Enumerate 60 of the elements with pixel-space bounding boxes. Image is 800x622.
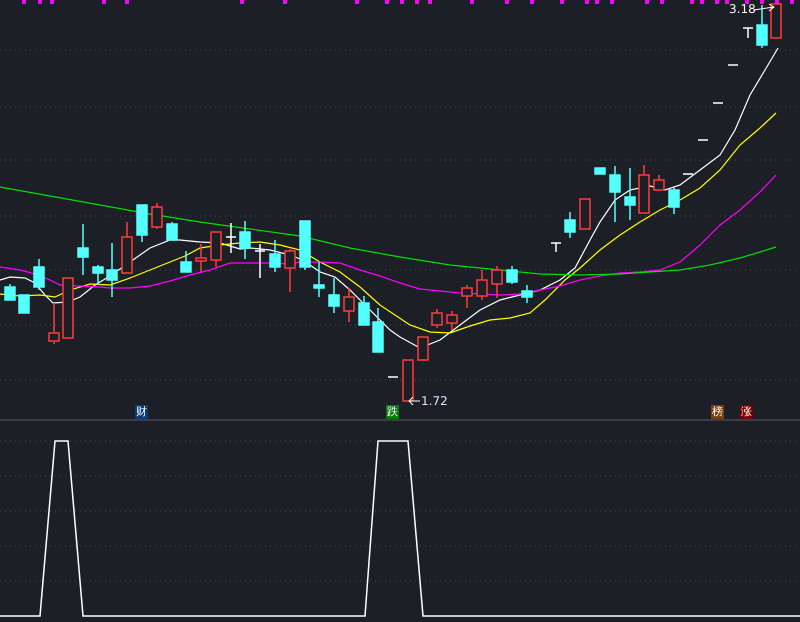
candlestick [343,288,355,322]
candlestick [372,308,384,353]
candlestick [358,296,370,326]
candlestick [638,165,650,214]
candlestick [713,102,723,104]
candlestick [195,244,207,272]
candlestick [653,175,665,191]
pointer-arrow [408,396,420,406]
candlestick [226,223,236,253]
candlestick [461,285,473,308]
candlestick [756,5,768,48]
candlestick [151,203,163,229]
low-price-label: 1.72 [421,394,448,408]
candlestick [683,173,693,175]
candlestick [743,27,753,38]
candlestick [388,376,398,378]
candlestick [579,198,591,230]
candlestick [92,265,104,285]
candlestick [446,311,458,330]
high-price-label: 3.18 [729,2,756,16]
candlestick [210,231,222,267]
signal-marker: 涨 [740,405,753,419]
candlestick [62,277,74,339]
candlestick [624,168,636,220]
signal-marker: 跌 [386,405,399,419]
candlestick [770,3,782,39]
candlestick [166,222,178,241]
candlestick [698,139,708,141]
candlestick [328,278,340,313]
candlestick [431,309,443,328]
candlestick [668,187,680,214]
candlestick [77,224,89,275]
candlestick [417,336,429,361]
candlestick [284,249,296,292]
candlestick [299,220,311,270]
candlestick [313,262,325,297]
candlestick [33,259,45,290]
candlestick [551,242,561,252]
candlestick [239,221,251,259]
candlestick [136,204,148,242]
candlestick [491,266,503,298]
candlestick [121,222,133,274]
candlestick [521,285,533,303]
candlestick [594,167,606,175]
candlestick [402,359,414,402]
candlestick [48,303,60,344]
candlestick [255,244,265,278]
candlestick [106,243,118,297]
candlestick [4,284,16,301]
candlestick [18,294,30,314]
candlestick [180,251,192,273]
candlestick [609,166,621,222]
signal-marker: 财 [135,405,148,419]
candlestick [269,240,281,272]
candlestick [506,266,518,284]
candlestick [564,212,576,238]
pointer-arrow [754,4,775,12]
candlestick [728,64,738,66]
candlestick [476,270,488,300]
signal-marker: 榜 [711,405,724,419]
